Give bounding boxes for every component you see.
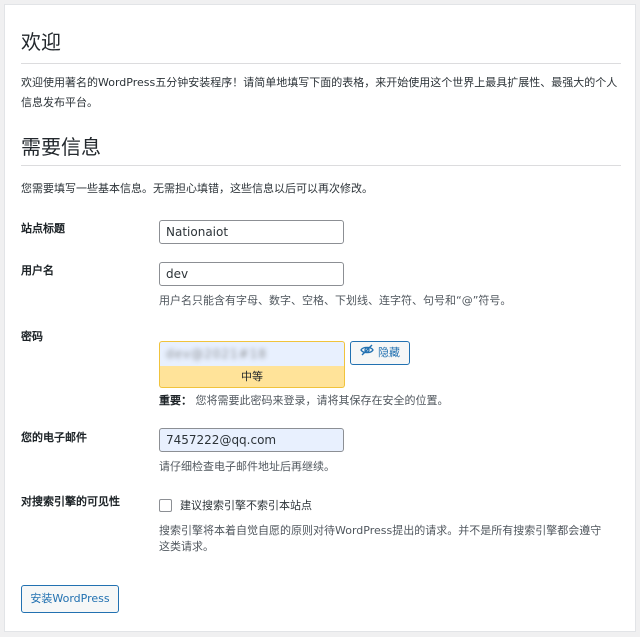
visibility-label: 对搜索引擎的可见性 — [21, 495, 120, 508]
hide-password-button[interactable]: 隐藏 — [350, 341, 410, 365]
username-hint: 用户名只能含有字母、数字、空格、下划线、连字符、句号和“@”符号。 — [159, 294, 512, 307]
divider — [21, 63, 621, 64]
hide-password-label: 隐藏 — [378, 346, 400, 359]
email-input[interactable]: 7457222@qq.com — [159, 428, 344, 452]
noindex-checkbox[interactable] — [159, 499, 172, 512]
email-hint: 请仔细检查电子邮件地址后再继续。 — [159, 460, 335, 473]
password-note-bold: 重要： — [159, 394, 192, 407]
divider — [21, 165, 621, 166]
install-form-card: 欢迎 欢迎使用著名的WordPress五分钟安装程序！请简单地填写下面的表格，来… — [4, 4, 636, 632]
site-title-input[interactable]: Nationaiot — [159, 220, 344, 244]
site-title-label: 站点标题 — [21, 222, 65, 235]
password-value: dev@2021#18 — [166, 347, 267, 361]
username-input[interactable]: dev — [159, 262, 344, 286]
visibility-hint: 搜索引擎将本着自觉自愿的原则对待WordPress提出的请求。并不是所有搜索引擎… — [159, 524, 602, 553]
password-note: 重要： 您将需要此密码来登录，请将其保存在安全的位置。 — [159, 393, 449, 409]
email-label: 您的电子邮件 — [21, 431, 87, 444]
welcome-heading: 欢迎 — [21, 30, 61, 54]
info-heading: 需要信息 — [21, 135, 101, 159]
password-label: 密码 — [21, 330, 43, 343]
password-note-text: 您将需要此密码来登录，请将其保存在安全的位置。 — [195, 394, 449, 407]
eye-slash-icon — [360, 342, 374, 364]
noindex-checkbox-label[interactable]: 建议搜索引擎不索引本站点 — [180, 498, 312, 514]
password-strength-indicator: 中等 — [159, 366, 345, 388]
password-input[interactable]: dev@2021#18 — [159, 341, 345, 367]
welcome-intro: 欢迎使用著名的WordPress五分钟安装程序！请简单地填写下面的表格，来开始使… — [21, 76, 618, 109]
install-wordpress-button[interactable]: 安装WordPress — [21, 585, 119, 613]
info-subtitle: 您需要填写一些基本信息。无需担心填错，这些信息以后可以再次修改。 — [21, 182, 373, 195]
username-label: 用户名 — [21, 264, 54, 277]
